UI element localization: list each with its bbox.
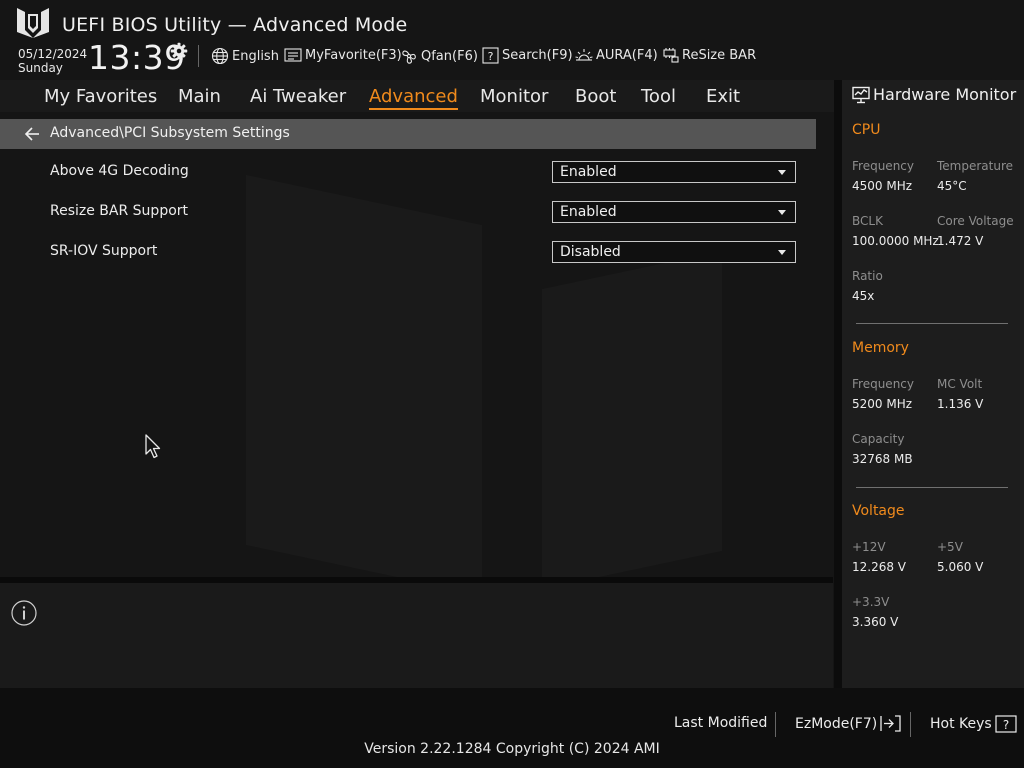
v33-value: 3.360 V bbox=[852, 615, 899, 629]
hot-keys-label: Hot Keys bbox=[930, 716, 992, 732]
breadcrumb: Advanced\PCI Subsystem Settings bbox=[0, 119, 816, 149]
version-text: Version 2.22.1284 Copyright (C) 2024 AMI bbox=[364, 741, 660, 757]
date-display: 05/12/2024 Sunday bbox=[18, 47, 87, 75]
dropdown-caret-icon bbox=[778, 170, 786, 175]
cpu-section-title: CPU bbox=[852, 122, 881, 138]
v33-label: +3.3V bbox=[852, 595, 890, 609]
section-divider bbox=[856, 323, 1008, 324]
resize-bar-label: ReSize BAR bbox=[682, 47, 757, 63]
svg-text:?: ? bbox=[1003, 718, 1009, 732]
ratio-label: Ratio bbox=[852, 269, 883, 283]
background-decoration bbox=[246, 175, 482, 595]
fan-icon bbox=[402, 50, 416, 64]
bclk-label: BCLK bbox=[852, 214, 883, 228]
footer-divider bbox=[910, 712, 911, 737]
dropdown-value: Disabled bbox=[560, 244, 621, 260]
ezmode-button[interactable]: EzMode(F7) bbox=[795, 715, 902, 732]
gear-icon[interactable] bbox=[170, 42, 188, 60]
mc-volt-value: 1.136 V bbox=[937, 397, 984, 411]
dropdown-value: Enabled bbox=[560, 204, 617, 220]
mc-volt-label: MC Volt bbox=[937, 377, 983, 391]
tab-main[interactable]: Main bbox=[178, 86, 221, 107]
core-voltage-value: 1.472 V bbox=[937, 234, 984, 248]
cpu-frequency-label: Frequency bbox=[852, 159, 914, 173]
svg-text:?: ? bbox=[488, 50, 494, 63]
help-key-icon: ? bbox=[995, 715, 1017, 733]
language-button[interactable]: English bbox=[211, 47, 279, 65]
qfan-button[interactable]: Qfan(F6) bbox=[400, 47, 478, 65]
memory-frequency-label: Frequency bbox=[852, 377, 914, 391]
capacity-label: Capacity bbox=[852, 432, 905, 446]
setting-label-resize-bar-support: Resize BAR Support bbox=[50, 203, 189, 219]
v5-label: +5V bbox=[937, 540, 963, 554]
resize-bar-icon bbox=[663, 48, 679, 63]
exit-to-ezmode-icon bbox=[880, 715, 901, 732]
monitor-icon bbox=[852, 86, 870, 104]
app-title: UEFI BIOS Utility — Advanced Mode bbox=[62, 14, 408, 36]
mouse-pointer-icon bbox=[145, 434, 161, 459]
sr-iov-support-dropdown[interactable]: Disabled bbox=[552, 241, 796, 263]
hardware-monitor-title: Hardware Monitor bbox=[873, 85, 1017, 104]
v5-value: 5.060 V bbox=[937, 560, 984, 574]
core-voltage-label: Core Voltage bbox=[937, 214, 1014, 228]
aura-light-icon bbox=[575, 49, 593, 61]
tab-advanced[interactable]: Advanced bbox=[369, 86, 458, 110]
myfavorite-button[interactable]: MyFavorite(F3) bbox=[284, 47, 402, 63]
background-decoration bbox=[542, 251, 722, 589]
ezmode-label: EzMode(F7) bbox=[795, 715, 878, 732]
capacity-value: 32768 MB bbox=[852, 452, 913, 466]
search-help-icon: ? bbox=[482, 47, 499, 64]
memory-frequency-value: 5200 MHz bbox=[852, 397, 913, 411]
info-icon bbox=[11, 600, 37, 626]
qfan-label: Qfan(F6) bbox=[421, 48, 478, 64]
ratio-value: 45x bbox=[852, 289, 875, 303]
cpu-temperature-label: Temperature bbox=[937, 159, 1014, 173]
section-divider bbox=[856, 487, 1008, 488]
setting-label-sr-iov-support: SR-IOV Support bbox=[50, 243, 158, 259]
dropdown-value: Enabled bbox=[560, 164, 617, 180]
dropdown-caret-icon bbox=[778, 250, 786, 255]
breadcrumb-path: Advanced\PCI Subsystem Settings bbox=[50, 125, 290, 141]
last-modified-button[interactable]: Last Modified bbox=[674, 715, 767, 731]
tab-ai-tweaker[interactable]: Ai Tweaker bbox=[250, 86, 346, 107]
setting-label-above-4g-decoding: Above 4G Decoding bbox=[50, 163, 189, 179]
v12-label: +12V bbox=[852, 540, 886, 554]
tab-exit[interactable]: Exit bbox=[706, 86, 740, 107]
tab-tool[interactable]: Tool bbox=[641, 86, 676, 107]
panel-divider bbox=[834, 80, 842, 688]
back-arrow-icon[interactable] bbox=[24, 126, 41, 142]
globe-icon bbox=[211, 47, 229, 65]
day-text: Sunday bbox=[18, 61, 63, 75]
hot-keys-button[interactable]: Hot Keys ? bbox=[930, 715, 1017, 733]
header-divider bbox=[198, 45, 199, 67]
v12-value: 12.268 V bbox=[852, 560, 907, 574]
favorite-list-icon bbox=[284, 48, 302, 62]
footer-divider bbox=[775, 712, 776, 737]
date-text: 05/12/2024 bbox=[18, 47, 88, 61]
above-4g-decoding-dropdown[interactable]: Enabled bbox=[552, 161, 796, 183]
language-label: English bbox=[232, 48, 279, 64]
tab-boot[interactable]: Boot bbox=[575, 86, 616, 107]
bclk-value: 100.0000 MHz bbox=[852, 234, 939, 248]
myfavorite-label: MyFavorite(F3) bbox=[305, 47, 402, 63]
search-button[interactable]: ? Search(F9) bbox=[482, 47, 573, 64]
resize-bar-support-dropdown[interactable]: Enabled bbox=[552, 201, 796, 223]
help-panel bbox=[0, 583, 833, 688]
tuf-logo bbox=[17, 8, 49, 38]
last-modified-label: Last Modified bbox=[674, 715, 768, 731]
search-label: Search(F9) bbox=[502, 48, 573, 63]
cpu-temperature-value: 45°C bbox=[937, 179, 967, 193]
dropdown-caret-icon bbox=[778, 210, 786, 215]
aura-button[interactable]: AURA(F4) bbox=[575, 47, 658, 63]
memory-section-title: Memory bbox=[852, 340, 909, 356]
voltage-section-title: Voltage bbox=[852, 503, 905, 519]
tab-monitor[interactable]: Monitor bbox=[480, 86, 548, 107]
tab-my-favorites[interactable]: My Favorites bbox=[44, 86, 157, 107]
aura-label: AURA(F4) bbox=[596, 47, 658, 63]
cpu-frequency-value: 4500 MHz bbox=[852, 179, 913, 193]
resize-bar-button[interactable]: ReSize BAR bbox=[661, 47, 756, 63]
